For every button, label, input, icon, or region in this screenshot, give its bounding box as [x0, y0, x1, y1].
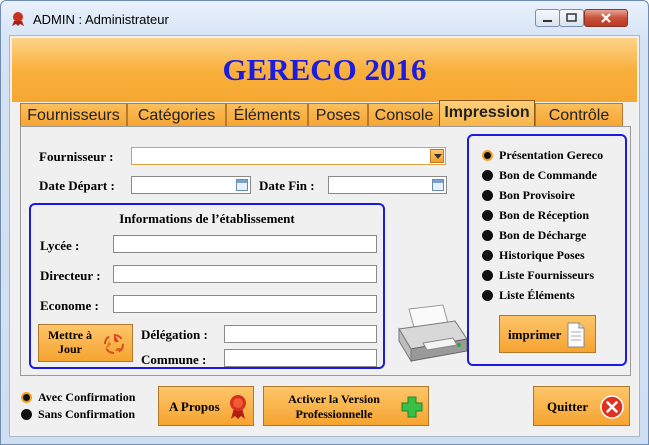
report-option-presentation[interactable]: Présentation Gereco: [482, 148, 622, 164]
directeur-input[interactable]: [113, 265, 377, 283]
about-button[interactable]: A Propos: [158, 386, 254, 426]
etablissement-group: Informations de l’établissement Lycée : …: [29, 203, 385, 369]
report-option-historique-poses[interactable]: Historique Poses: [482, 248, 622, 264]
print-button-label: imprimer: [508, 327, 562, 342]
report-option-label: Bon de Commande: [499, 168, 598, 182]
report-option-label: Bon de Réception: [499, 208, 589, 222]
reports-group: Présentation Gereco Bon de Commande Bon …: [467, 134, 627, 366]
date-depart-field[interactable]: [131, 176, 251, 194]
quit-button[interactable]: Quitter: [533, 386, 630, 426]
tab-categories[interactable]: Catégories: [127, 103, 226, 127]
econome-input[interactable]: [113, 295, 377, 313]
econome-label: Econome :: [40, 298, 99, 313]
radio-icon[interactable]: [482, 190, 493, 201]
maximize-icon: [566, 13, 577, 22]
calendar-icon[interactable]: [432, 179, 444, 191]
minimize-icon: [543, 20, 552, 22]
report-option-liste-elements[interactable]: Liste Éléments: [482, 288, 622, 304]
radio-icon[interactable]: [482, 210, 493, 221]
banner: GERECO 2016: [12, 38, 637, 102]
commune-input[interactable]: [224, 349, 377, 367]
fournisseur-combobox[interactable]: [131, 147, 446, 165]
close-circle-icon: [600, 395, 624, 419]
confirm-option-label: Sans Confirmation: [38, 407, 136, 421]
lycee-input[interactable]: [113, 235, 377, 253]
chevron-down-icon[interactable]: [430, 149, 444, 163]
delegation-label: Délégation :: [141, 327, 208, 342]
report-option-label: Présentation Gereco: [499, 148, 604, 162]
report-option-label: Bon Provisoire: [499, 188, 575, 202]
update-button[interactable]: Mettre à Jour: [38, 324, 133, 362]
app-window: ADMIN : Administrateur GERECO 2016 Fourn…: [0, 0, 649, 445]
title-bar: ADMIN : Administrateur: [1, 1, 648, 35]
report-option-bon-decharge[interactable]: Bon de Décharge: [482, 228, 622, 244]
confirm-option-sans[interactable]: Sans Confirmation: [21, 407, 151, 423]
radio-icon[interactable]: [482, 250, 493, 261]
report-option-bon-reception[interactable]: Bon de Réception: [482, 208, 622, 224]
print-button[interactable]: imprimer: [499, 315, 596, 353]
tab-controle[interactable]: Contrôle: [535, 103, 623, 127]
date-fin-field[interactable]: [328, 176, 447, 194]
report-option-liste-fournisseurs[interactable]: Liste Fournisseurs: [482, 268, 622, 284]
report-option-label: Liste Éléments: [499, 288, 575, 302]
award-ribbon-icon: [230, 395, 246, 419]
report-option-label: Bon de Décharge: [499, 228, 587, 242]
printer-icon: [398, 304, 468, 363]
activate-pro-button-label: Activer la Version Professionnelle: [288, 392, 380, 421]
confirm-option-avec[interactable]: Avec Confirmation: [21, 390, 151, 406]
about-button-label: A Propos: [169, 399, 220, 414]
activate-pro-button[interactable]: Activer la Version Professionnelle: [263, 386, 429, 426]
radio-icon[interactable]: [482, 230, 493, 241]
radio-icon[interactable]: [482, 270, 493, 281]
app-seal-icon: [12, 12, 24, 26]
radio-icon[interactable]: [21, 409, 32, 420]
radio-icon[interactable]: [482, 290, 493, 301]
minimize-button[interactable]: [535, 9, 560, 27]
update-button-label: Mettre à Jour: [47, 328, 93, 356]
close-button[interactable]: [584, 9, 628, 27]
client-area: GERECO 2016 Fournisseurs Catégories Élém…: [9, 35, 640, 437]
commune-label: Commune :: [141, 352, 207, 367]
calendar-icon[interactable]: [236, 179, 248, 191]
report-option-label: Historique Poses: [499, 248, 585, 262]
banner-title: GERECO 2016: [222, 52, 427, 87]
recycle-icon: [104, 334, 124, 354]
document-icon: [567, 322, 585, 348]
lycee-label: Lycée :: [40, 238, 80, 253]
radio-selected-icon[interactable]: [482, 150, 493, 161]
confirm-option-label: Avec Confirmation: [38, 390, 136, 404]
tab-console[interactable]: Console: [368, 103, 440, 127]
close-icon: [601, 13, 611, 23]
impression-panel: Fournisseur : Date Départ : Date Fin : I…: [20, 126, 631, 376]
tab-fournisseurs[interactable]: Fournisseurs: [20, 103, 127, 127]
report-option-bon-commande[interactable]: Bon de Commande: [482, 168, 622, 184]
report-option-bon-provisoire[interactable]: Bon Provisoire: [482, 188, 622, 204]
directeur-label: Directeur :: [40, 268, 101, 283]
tab-elements[interactable]: Éléments: [226, 103, 308, 127]
etablissement-title: Informations de l’établissement: [119, 211, 295, 226]
radio-icon[interactable]: [482, 170, 493, 181]
radio-selected-icon[interactable]: [21, 392, 32, 403]
tab-poses[interactable]: Poses: [308, 103, 368, 127]
window-title: ADMIN : Administrateur: [33, 12, 169, 27]
date-depart-label: Date Départ :: [39, 178, 115, 193]
tab-impression[interactable]: Impression: [439, 100, 535, 127]
delegation-input[interactable]: [224, 325, 377, 343]
fournisseur-label: Fournisseur :: [39, 149, 114, 164]
plus-icon: [401, 396, 423, 418]
maximize-button[interactable]: [559, 9, 584, 27]
report-option-label: Liste Fournisseurs: [499, 268, 595, 282]
date-fin-label: Date Fin :: [259, 178, 315, 193]
quit-button-label: Quitter: [547, 399, 589, 414]
